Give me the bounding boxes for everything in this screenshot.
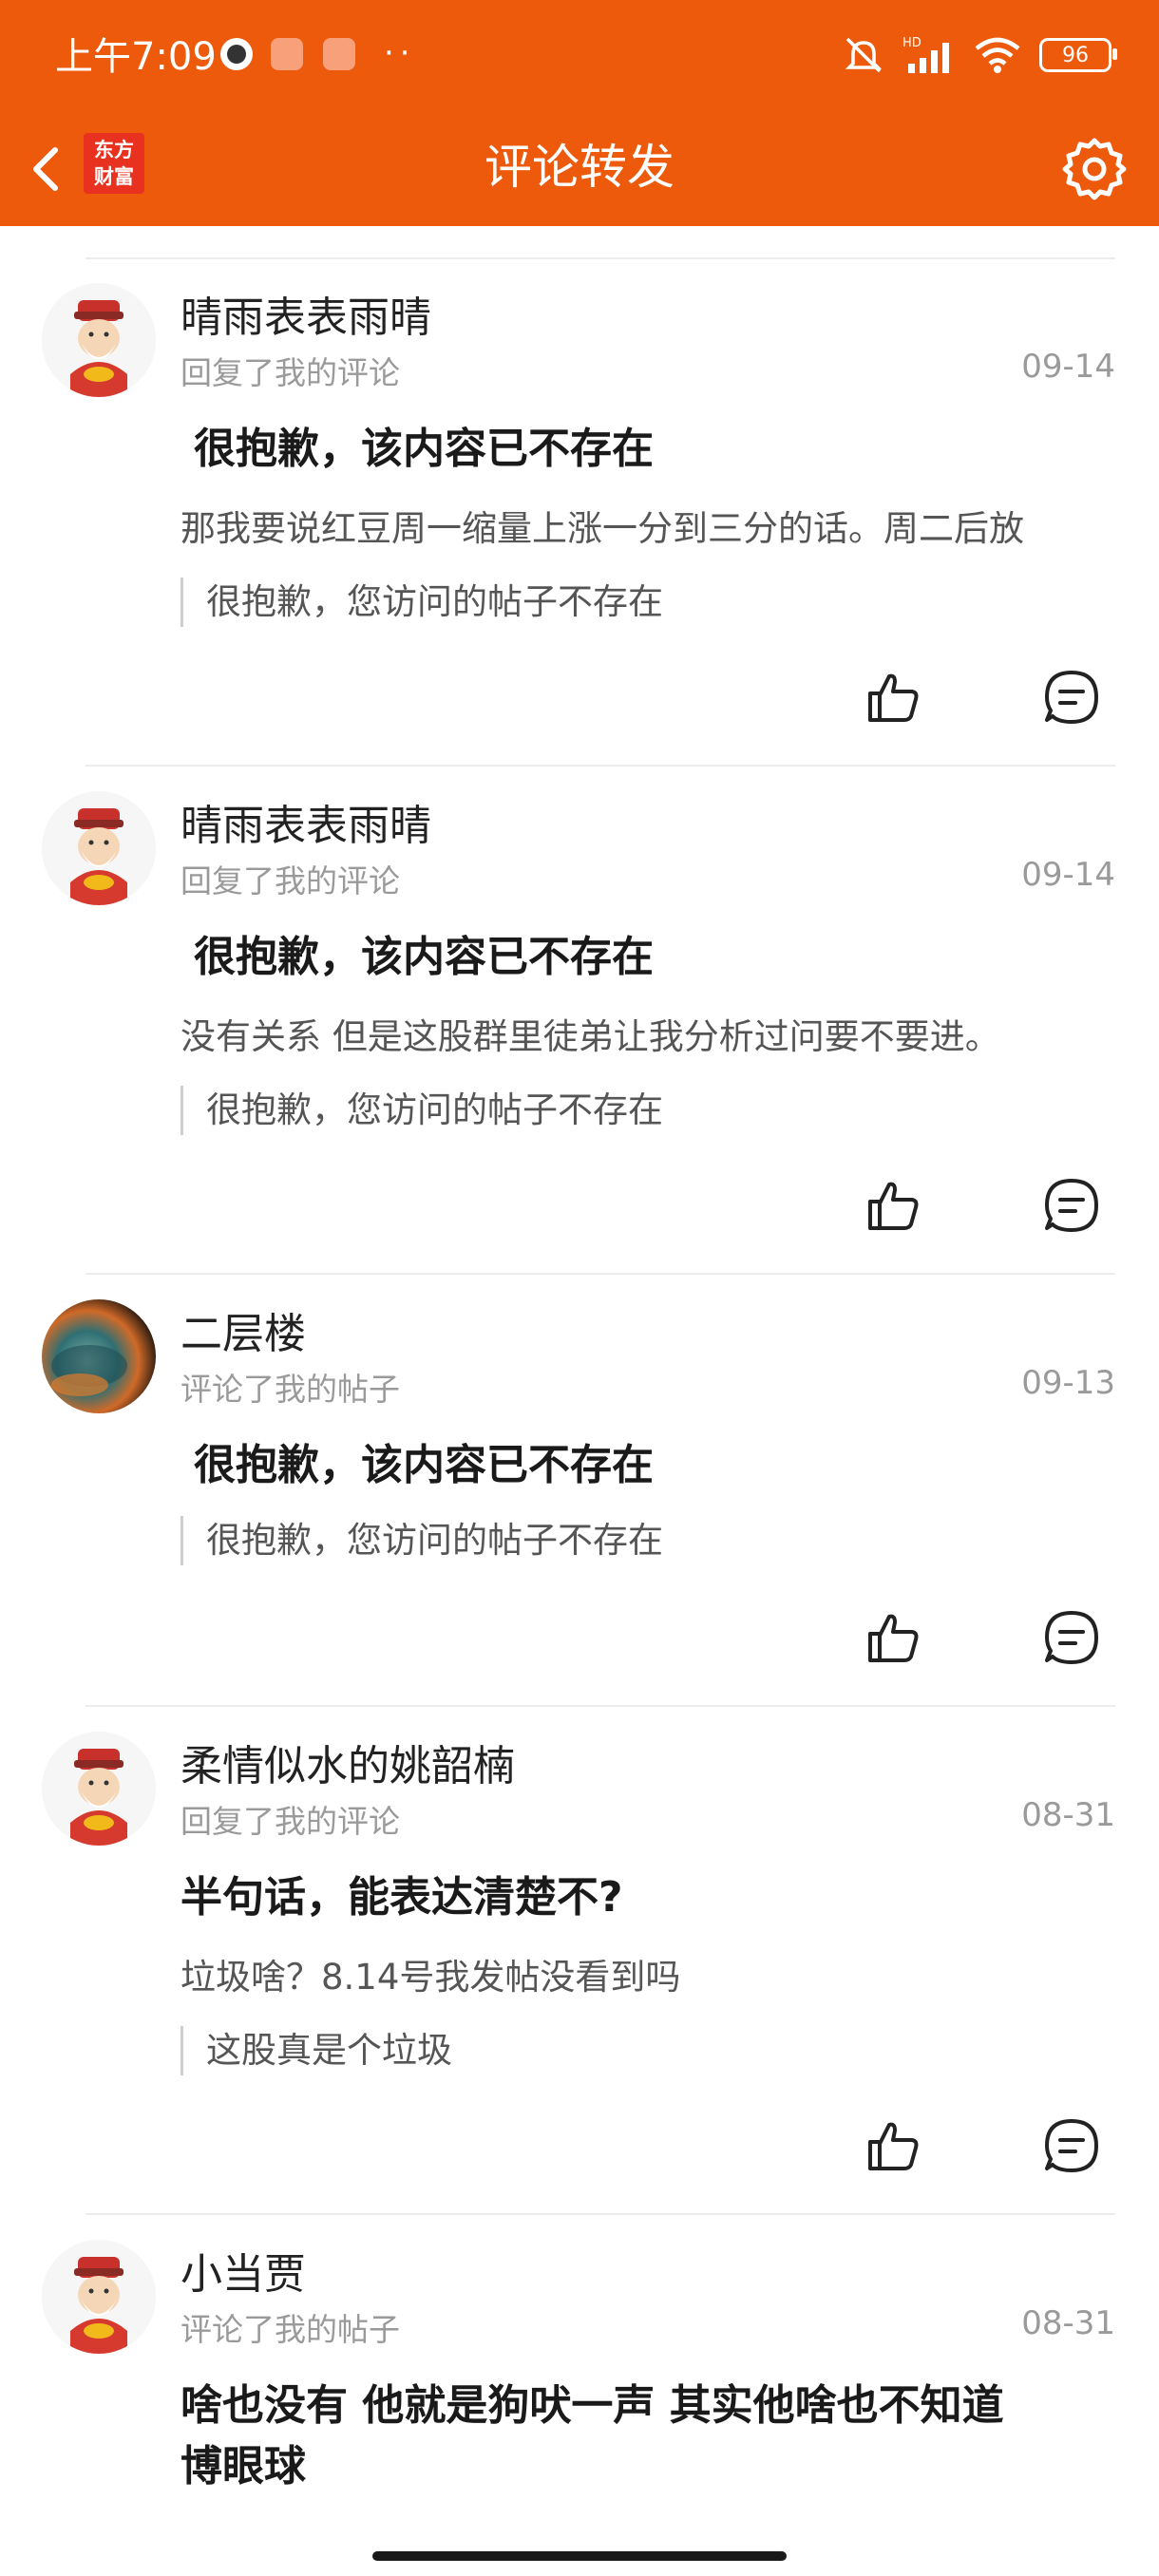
status-bar: 上午7:09 ·· HD 96 [0,0,1159,112]
caishen-avatar-icon [42,283,156,397]
comment-bubble-icon[interactable] [1041,1175,1102,1236]
quoted-post[interactable]: 这股真是个垃圾 [180,2026,452,2075]
action-text: 评论了我的帖子 [180,2311,400,2348]
comment-title: 很抱歉，该内容已不存在 [194,425,654,473]
date: 08-31 [1021,2304,1115,2342]
avatar[interactable] [42,283,156,397]
user-name[interactable]: 二层楼 [180,1299,306,1360]
nav-bar: 东方 财富 评论转发 [0,112,1159,226]
action-text: 评论了我的帖子 [180,1371,400,1408]
caishen-avatar-icon [42,1732,156,1846]
home-indicator[interactable] [372,2551,787,2561]
quoted-post[interactable]: 很抱歉，您访问的帖子不存在 [180,1086,663,1135]
page-title: 评论转发 [484,140,674,195]
action-text: 回复了我的评论 [180,354,400,391]
status-time: 上午7:09 [55,35,217,79]
list-item[interactable]: 小当贾 评论了我的帖子 08-31 啥也没有 他就是狗吠一声 其实他啥也不知道 … [0,2183,1159,2576]
comment-title: 很抱歉，该内容已不存在 [194,933,654,981]
caishen-avatar-icon [42,2240,156,2354]
thumbs-up-icon[interactable] [863,1175,923,1236]
divider [86,1273,1115,1275]
avatar[interactable] [42,1299,156,1413]
shopping-bag-notification-icon [323,38,355,70]
comment-bubble-icon[interactable] [1041,1607,1102,1668]
user-name[interactable]: 晴雨表表雨晴 [180,283,431,344]
settings-gear-icon[interactable] [1058,133,1130,205]
divider [86,257,1115,259]
compass-icon [220,38,253,70]
list-item[interactable]: 二层楼 评论了我的帖子 09-13 很抱歉，该内容已不存在 很抱歉，您访问的帖子… [0,1242,1159,1675]
mute-bell-icon [845,37,883,73]
date: 09-14 [1021,856,1115,894]
date: 08-31 [1021,1796,1115,1834]
quoted-post[interactable]: 很抱歉，您访问的帖子不存在 [180,1516,663,1565]
wifi-icon [975,37,1020,73]
battery-indicator: 96 [1039,38,1117,72]
comment-bubble-icon[interactable] [1041,667,1102,728]
caishen-avatar-icon [42,791,156,905]
trash-notification-icon [271,38,303,70]
divider [86,1705,1115,1707]
divider [86,765,1115,767]
date: 09-14 [1021,348,1115,386]
user-name[interactable]: 小当贾 [180,2240,306,2301]
svg-text:HD: HD [902,36,922,50]
action-text: 回复了我的评论 [180,1803,400,1840]
comment-body: 没有关系 但是这股群里徒弟让我分析过问要不要进。 [180,1016,1000,1057]
list-item[interactable]: 晴雨表表雨晴 回复了我的评论 09-14 很抱歉，该内容已不存在 没有关系 但是… [0,734,1159,1242]
user-name[interactable]: 晴雨表表雨晴 [180,791,431,852]
avatar[interactable] [42,2240,156,2354]
comment-title: 半句话，能表达清楚不? [180,1873,623,1922]
list-item[interactable]: 柔情似水的姚韶楠 回复了我的评论 08-31 半句话，能表达清楚不? 垃圾啥？8… [0,1675,1159,2183]
thumbs-up-icon[interactable] [863,1607,923,1668]
quoted-post[interactable]: 很抱歉，您访问的帖子不存在 [180,578,663,627]
comment-body: 那我要说红豆周一缩量上涨一分到三分的话。周二后放 [180,508,1024,549]
photo-avatar-icon [42,1299,156,1413]
thumbs-up-icon[interactable] [863,667,923,728]
user-name[interactable]: 柔情似水的姚韶楠 [180,1732,515,1792]
avatar[interactable] [42,1732,156,1846]
divider [86,2213,1115,2215]
comment-title-line-1: 啥也没有 他就是狗吠一声 其实他啥也不知道 [180,2381,1004,2430]
comment-body: 垃圾啥？8.14号我发帖没看到吗 [180,1957,681,1998]
thumbs-up-icon[interactable] [863,2115,923,2176]
more-notifications-icon: ·· [384,34,416,72]
list-item[interactable]: 晴雨表表雨晴 回复了我的评论 09-14 很抱歉，该内容已不存在 那我要说红豆周… [0,226,1159,734]
app-header: 上午7:09 ·· HD 96 东方 财富 评论转发 [0,0,1159,226]
comment-title: 很抱歉，该内容已不存在 [194,1441,654,1489]
comment-bubble-icon[interactable] [1041,2115,1102,2176]
avatar[interactable] [42,791,156,905]
comment-title-line-2: 博眼球 [180,2442,306,2491]
action-text: 回复了我的评论 [180,862,400,900]
signal-icon: HD [902,36,949,73]
date: 09-13 [1021,1364,1115,1402]
